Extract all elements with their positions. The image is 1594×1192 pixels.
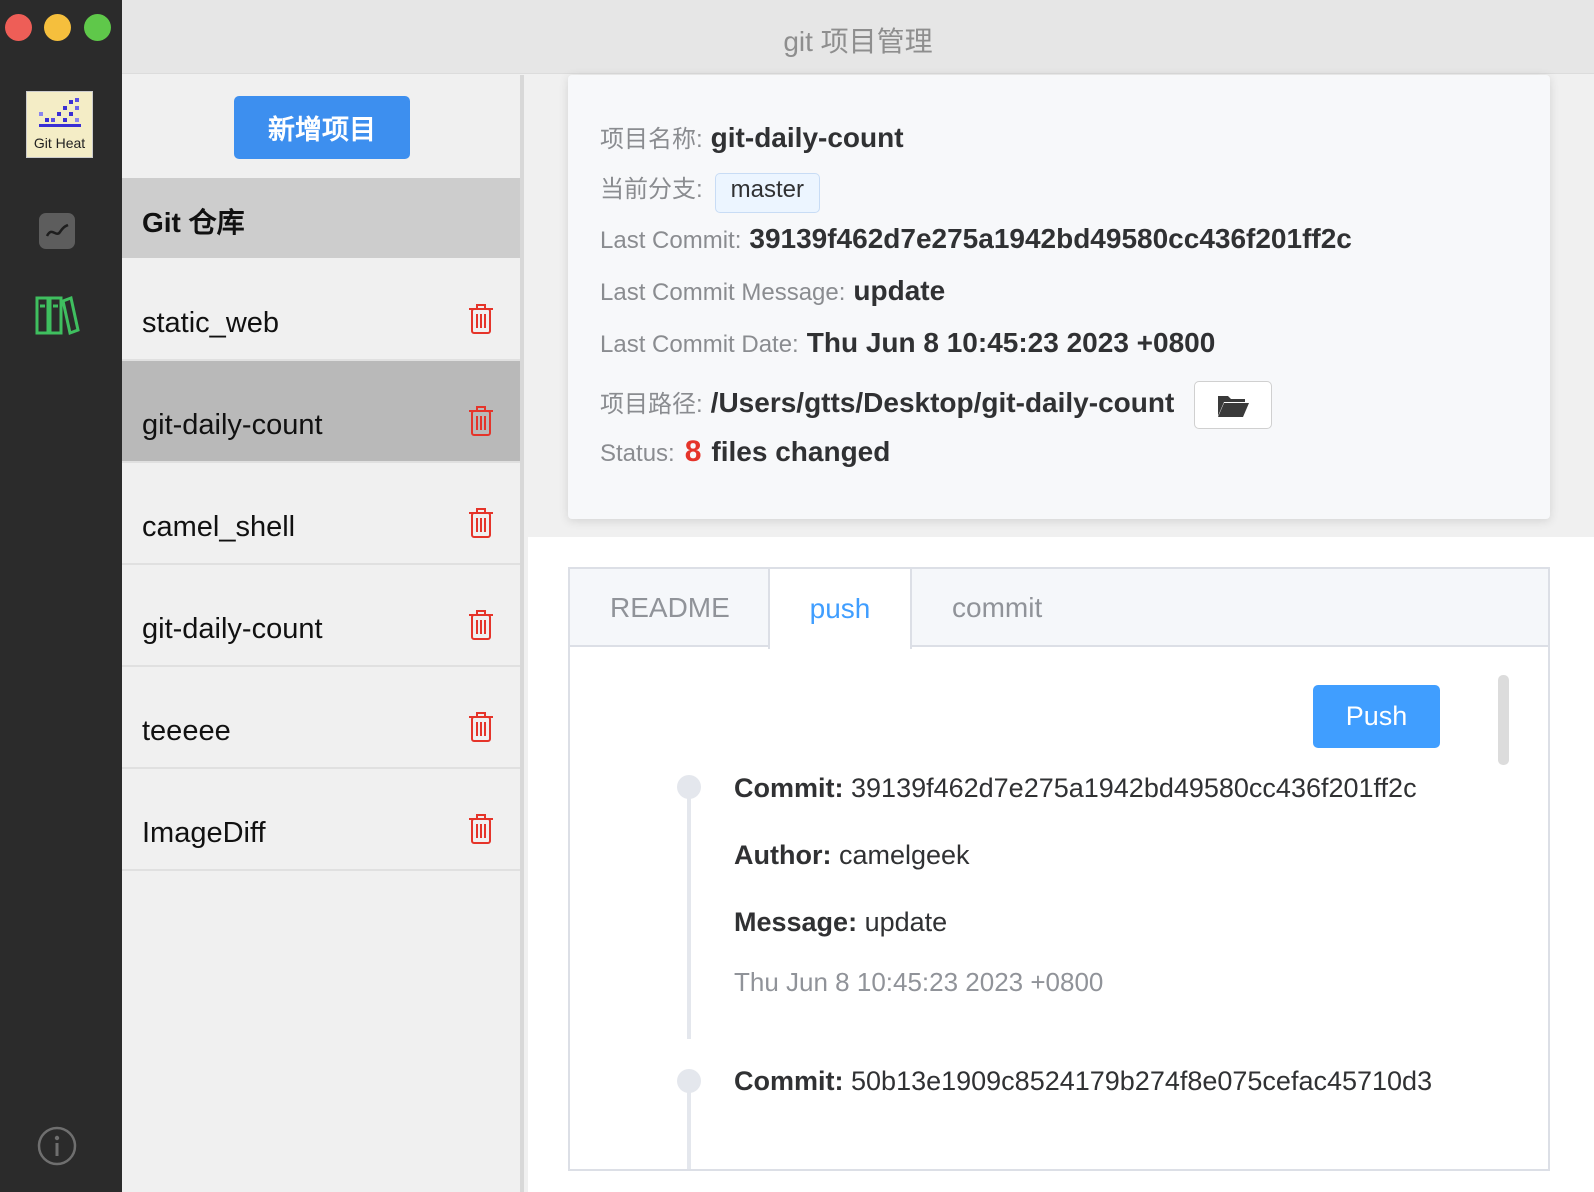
info-band: 项目名称: git-daily-count 当前分支: master Last … xyxy=(528,75,1594,537)
commit-prefix: Commit: xyxy=(734,773,844,803)
scrollbar-thumb[interactable] xyxy=(1498,675,1509,765)
branch-label: 当前分支: xyxy=(600,176,703,203)
tab-commit[interactable]: commit xyxy=(952,569,1042,647)
main-panel: 项目名称: git-daily-count 当前分支: master Last … xyxy=(528,75,1594,1192)
window-zoom-button[interactable] xyxy=(84,14,111,41)
app-rail: Git Heat xyxy=(0,0,122,1192)
project-name: ImageDiff xyxy=(142,817,266,849)
last-commit-row: Last Commit: 39139f462d7e275a1942bd49580… xyxy=(600,223,1352,255)
timeline-dot xyxy=(677,775,701,799)
project-item[interactable]: static_web xyxy=(122,259,520,361)
push-button[interactable]: Push xyxy=(1313,685,1440,748)
project-item[interactable]: camel_shell xyxy=(122,463,520,565)
project-info-card: 项目名称: git-daily-count 当前分支: master Last … xyxy=(568,75,1550,519)
chart-icon xyxy=(39,213,75,249)
last-date-label: Last Commit Date: xyxy=(600,331,799,358)
author-prefix: Author: xyxy=(734,840,832,870)
last-commit-value: 39139f462d7e275a1942bd49580cc436f201ff2c xyxy=(749,223,1352,254)
project-path-row: 项目路径: /Users/gtts/Desktop/git-daily-coun… xyxy=(600,375,1273,429)
timeline-dot xyxy=(677,1069,701,1093)
add-project-button[interactable]: 新增项目 xyxy=(234,96,410,159)
commit-prefix: Commit: xyxy=(734,1066,844,1096)
commit-hash-line: Commit: 50b13e1909c8524179b274f8e075cefa… xyxy=(734,1066,1432,1097)
project-sidebar: 新增项目 Git 仓库 static_web git-daily-count c… xyxy=(122,75,524,1192)
project-item[interactable]: teeeee xyxy=(122,667,520,769)
status-text: files changed xyxy=(711,436,891,467)
project-name-value: git-daily-count xyxy=(710,122,904,153)
window-title: git 项目管理 xyxy=(783,26,933,57)
last-date-value: Thu Jun 8 10:45:23 2023 +0800 xyxy=(806,327,1216,358)
info-icon xyxy=(37,1126,77,1166)
status-label: Status: xyxy=(600,440,675,467)
commit-message: update xyxy=(864,907,948,937)
tab-bar: README push commit xyxy=(570,569,1548,649)
commit-author: camelgeek xyxy=(838,840,970,870)
timeline-line xyxy=(687,1089,691,1169)
repo-section-header: Git 仓库 xyxy=(122,178,520,258)
commit-hash: 39139f462d7e275a1942bd49580cc436f201ff2c xyxy=(851,773,1417,803)
project-name: camel_shell xyxy=(142,511,296,543)
project-name: teeeee xyxy=(142,715,231,747)
books-icon xyxy=(35,295,80,336)
trash-icon[interactable] xyxy=(468,813,494,845)
heatmap-logo-icon xyxy=(39,98,81,127)
tab-readme[interactable]: README xyxy=(610,569,730,647)
commit-author-line: Author: camelgeek xyxy=(734,840,970,871)
project-name-label: 项目名称: xyxy=(600,126,703,153)
timeline-line xyxy=(687,791,691,1039)
project-path-value: /Users/gtts/Desktop/git-daily-count xyxy=(710,387,1175,418)
project-path-label: 项目路径: xyxy=(600,391,703,418)
branch-tag: master xyxy=(714,173,821,213)
project-list: static_web git-daily-count camel_shell g… xyxy=(122,259,520,871)
rail-chart-button[interactable] xyxy=(34,208,80,254)
rail-repos-button[interactable] xyxy=(34,292,80,338)
trash-icon[interactable] xyxy=(468,303,494,335)
last-date-row: Last Commit Date: Thu Jun 8 10:45:23 202… xyxy=(600,327,1215,359)
branch-row: 当前分支: master xyxy=(600,169,821,213)
project-name-row: 项目名称: git-daily-count xyxy=(600,119,904,154)
last-message-value: update xyxy=(853,275,946,306)
commit-hash-line: Commit: 39139f462d7e275a1942bd49580cc436… xyxy=(734,773,1417,804)
project-item[interactable]: ImageDiff xyxy=(122,769,520,871)
last-message-row: Last Commit Message: update xyxy=(600,275,945,307)
window-minimize-button[interactable] xyxy=(44,14,71,41)
title-bar: git 项目管理 xyxy=(122,0,1594,74)
folder-open-icon xyxy=(1218,396,1250,417)
repo-section-title: Git 仓库 xyxy=(142,207,245,238)
trash-icon[interactable] xyxy=(468,507,494,539)
commit-message-line: Message: update xyxy=(734,907,947,938)
project-name: static_web xyxy=(142,307,280,339)
trash-icon[interactable] xyxy=(468,405,494,437)
trash-icon[interactable] xyxy=(468,711,494,743)
project-name: git-daily-count xyxy=(142,409,323,441)
commit-hash: 50b13e1909c8524179b274f8e075cefac45710d3 xyxy=(851,1066,1433,1096)
project-item[interactable]: git-daily-count xyxy=(122,565,520,667)
open-folder-button[interactable] xyxy=(1194,381,1273,429)
last-message-label: Last Commit Message: xyxy=(600,279,846,306)
window-close-button[interactable] xyxy=(5,14,32,41)
changed-files-count: 8 xyxy=(684,435,702,468)
project-item-active[interactable]: git-daily-count xyxy=(122,361,520,463)
message-prefix: Message: xyxy=(734,907,858,937)
rail-info-button[interactable] xyxy=(34,1123,80,1169)
trash-icon[interactable] xyxy=(468,609,494,641)
last-commit-label: Last Commit: xyxy=(600,227,742,254)
status-row: Status: 8 files changed xyxy=(600,435,890,469)
commit-date: Thu Jun 8 10:45:23 2023 +0800 xyxy=(734,967,1104,997)
detail-tabs: README push commit Push Commit: 39139f46… xyxy=(568,567,1550,1171)
tab-push[interactable]: push xyxy=(768,569,912,649)
app-logo: Git Heat xyxy=(26,91,93,158)
project-name: git-daily-count xyxy=(142,613,323,645)
app-logo-caption: Git Heat xyxy=(33,135,86,151)
